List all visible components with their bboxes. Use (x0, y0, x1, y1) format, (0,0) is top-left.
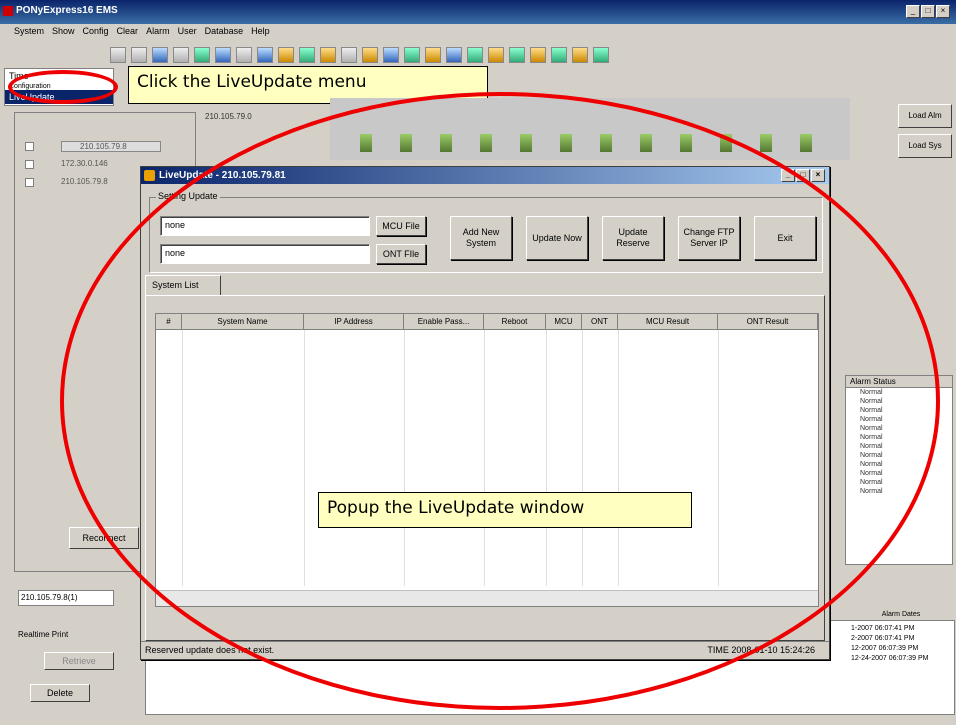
menu-show[interactable]: Show (52, 26, 75, 40)
system-ip: 172.30.0.146 (61, 159, 108, 168)
toolbar-icon[interactable] (320, 47, 336, 63)
retrieve-button[interactable]: Retrieve (44, 652, 114, 670)
app-title: PONyExpress16 EMS (16, 5, 118, 16)
menu-bar: System Show Config Clear Alarm User Data… (0, 24, 956, 40)
node-header-ip: 210.105.79.0 (205, 112, 252, 121)
alarm-date-cell: 1-2007 06:07:41 PM (851, 625, 915, 632)
menu-alarm[interactable]: Alarm (146, 26, 170, 40)
menu-database[interactable]: Database (205, 26, 244, 40)
toolbar-icon[interactable] (110, 47, 126, 63)
toolbar-icon[interactable] (425, 47, 441, 63)
toolbar-icon[interactable] (194, 47, 210, 63)
checkbox[interactable] (25, 178, 34, 187)
alarm-dates-header: Alarm Dates (851, 611, 951, 618)
realtime-print-checkbox[interactable]: Realtime Print (18, 630, 128, 639)
toolbar-icon[interactable] (236, 47, 252, 63)
toolbar-icon[interactable] (530, 47, 546, 63)
callout-popup-window: Popup the LiveUpdate window (318, 492, 692, 528)
toolbar-icon[interactable] (383, 47, 399, 63)
highlight-ellipse (8, 70, 118, 104)
toolbar-icon[interactable] (278, 47, 294, 63)
close-button[interactable]: × (936, 5, 950, 18)
window-controls: _ □ × (906, 5, 950, 18)
toolbar-icon[interactable] (593, 47, 609, 63)
alarm-date-cell: 12-2007 06:07:39 PM (851, 645, 919, 652)
load-alarm-button[interactable]: Load Alm (898, 104, 952, 128)
load-system-button[interactable]: Load Sys (898, 134, 952, 158)
toolbar-icon[interactable] (131, 47, 147, 63)
system-ip: 210.105.79.8 (61, 141, 161, 152)
menu-clear[interactable]: Clear (117, 26, 139, 40)
menu-help[interactable]: Help (251, 26, 270, 40)
dialog-close-button[interactable]: × (811, 169, 825, 182)
checkbox[interactable] (25, 160, 34, 169)
log-control-panel: 210.105.79.8(1) Realtime Print Retrieve … (14, 560, 144, 710)
toolbar-icon[interactable] (152, 47, 168, 63)
system-row[interactable]: 210.105.79.8 (21, 139, 191, 154)
toolbar-icon[interactable] (257, 47, 273, 63)
toolbar-icon[interactable] (467, 47, 483, 63)
system-combo[interactable]: 210.105.79.8(1) (18, 590, 114, 606)
toolbar-icon[interactable] (215, 47, 231, 63)
card[interactable] (760, 134, 772, 152)
toolbar (110, 44, 810, 66)
menu-user[interactable]: User (178, 26, 197, 40)
app-title-bar: PONyExpress16 EMS (0, 0, 956, 24)
card[interactable] (800, 134, 812, 152)
minimize-button[interactable]: _ (906, 5, 920, 18)
alarm-date-cell: 2-2007 06:07:41 PM (851, 635, 915, 642)
toolbar-icon[interactable] (173, 47, 189, 63)
checkbox[interactable] (25, 142, 34, 151)
toolbar-icon[interactable] (404, 47, 420, 63)
toolbar-icon[interactable] (551, 47, 567, 63)
delete-button[interactable]: Delete (30, 684, 90, 702)
liveupdate-icon (144, 170, 155, 181)
toolbar-icon[interactable] (446, 47, 462, 63)
toolbar-icon[interactable] (509, 47, 525, 63)
maximize-button[interactable]: □ (921, 5, 935, 18)
toolbar-icon[interactable] (362, 47, 378, 63)
toolbar-icon[interactable] (572, 47, 588, 63)
system-ip: 210.105.79.8 (61, 177, 108, 186)
toolbar-icon[interactable] (488, 47, 504, 63)
toolbar-icon[interactable] (299, 47, 315, 63)
toolbar-icon[interactable] (341, 47, 357, 63)
highlight-ellipse-dialog (60, 92, 940, 710)
app-icon (3, 6, 13, 16)
menu-config[interactable]: Config (83, 26, 109, 40)
menu-system[interactable]: System (14, 26, 44, 40)
alarm-date-cell: 12-24-2007 06:07:39 PM (851, 655, 929, 662)
